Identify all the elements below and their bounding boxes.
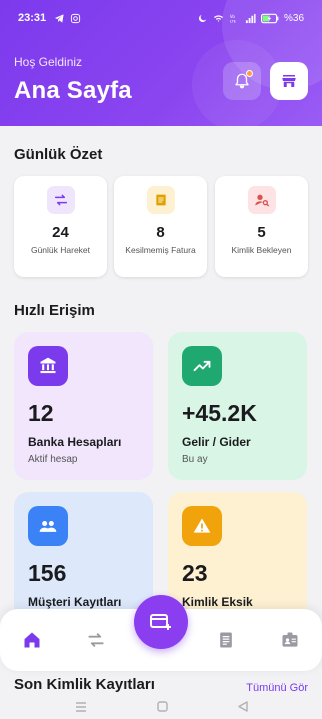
back-icon[interactable]	[237, 699, 248, 717]
recent-ids-title: Son Kimlik Kayıtları	[14, 676, 155, 693]
person-search-icon	[247, 186, 276, 214]
notifications-button[interactable]	[223, 62, 261, 100]
see-all-link[interactable]: Tümünü Gör	[246, 682, 308, 694]
id-badge-icon	[282, 632, 298, 647]
daily-summary-title: Günlük Özet	[14, 146, 103, 163]
volte-icon: VoLTE	[230, 14, 237, 24]
store-button[interactable]	[270, 62, 308, 100]
receipt-icon	[146, 186, 175, 214]
card-label: Gelir / Gider	[182, 435, 251, 449]
swap-icon	[46, 186, 75, 214]
menu-icon[interactable]	[75, 699, 87, 717]
notification-dot	[246, 70, 253, 77]
card-value: 23	[182, 560, 208, 586]
swap-icon	[88, 633, 104, 647]
card-value: +45.2K	[182, 400, 257, 426]
summary-value: 24	[52, 224, 69, 241]
card-subtext: Bu ay	[182, 454, 208, 465]
quick-access-title: Hızlı Erişim	[14, 302, 95, 319]
document-icon	[220, 632, 232, 648]
card-value: 156	[28, 560, 67, 586]
add-invoice-icon	[150, 614, 171, 630]
home-button-icon[interactable]	[156, 699, 168, 717]
summary-card-invoices[interactable]: 8 Kesilmemiş Fatura	[114, 176, 207, 277]
trending-up-icon	[182, 346, 222, 386]
system-navigation-bar	[0, 697, 322, 719]
moon-icon	[198, 14, 207, 22]
quick-card-bank-accounts[interactable]: 12 Banka Hesapları Aktif hesap	[14, 332, 153, 480]
summary-label: Kimlik Bekleyen	[231, 245, 292, 255]
home-icon	[24, 632, 40, 648]
storefront-icon	[282, 75, 296, 87]
svg-text:Vo: Vo	[230, 14, 235, 19]
nav-home[interactable]	[20, 628, 44, 652]
new-invoice-button[interactable]	[134, 595, 188, 649]
summary-card-pending-id[interactable]: 5 Kimlik Bekleyen	[215, 176, 308, 277]
wifi-icon	[213, 14, 224, 22]
battery-percent: %36	[283, 12, 304, 24]
nav-documents[interactable]	[214, 628, 238, 652]
header: 23:31 Vo LTE %36 Hoş Geldiniz Ana Sayfa	[0, 0, 322, 126]
summary-value: 5	[257, 224, 266, 241]
summary-label: Kesilmemiş Fatura	[125, 245, 196, 255]
nav-transactions[interactable]	[84, 628, 108, 652]
card-label: Kimlik Eksik	[182, 595, 253, 609]
summary-value: 8	[156, 224, 165, 241]
status-time: 23:31	[18, 12, 47, 24]
card-label: Müşteri Kayıtları	[28, 595, 122, 609]
summary-card-movements[interactable]: 24 Günlük Hareket	[14, 176, 107, 277]
status-bar: 23:31 Vo LTE %36	[0, 0, 322, 36]
summary-label: Günlük Hareket	[30, 245, 91, 255]
quick-card-income-expense[interactable]: +45.2K Gelir / Gider Bu ay	[168, 332, 307, 480]
card-subtext: Aktif hesap	[28, 454, 78, 465]
battery-charging-icon	[260, 13, 279, 23]
page-title: Ana Sayfa	[14, 77, 132, 104]
telegram-icon	[55, 13, 64, 23]
card-value: 12	[28, 400, 54, 426]
signal-icon	[245, 13, 256, 23]
card-label: Banka Hesapları	[28, 435, 122, 449]
warning-icon	[182, 506, 222, 546]
svg-text:LTE: LTE	[230, 19, 237, 23]
people-icon	[28, 506, 68, 546]
nav-identity[interactable]	[278, 628, 302, 652]
greeting-text: Hoş Geldiniz	[14, 55, 83, 69]
bank-icon	[28, 346, 68, 386]
instagram-icon	[71, 13, 81, 23]
